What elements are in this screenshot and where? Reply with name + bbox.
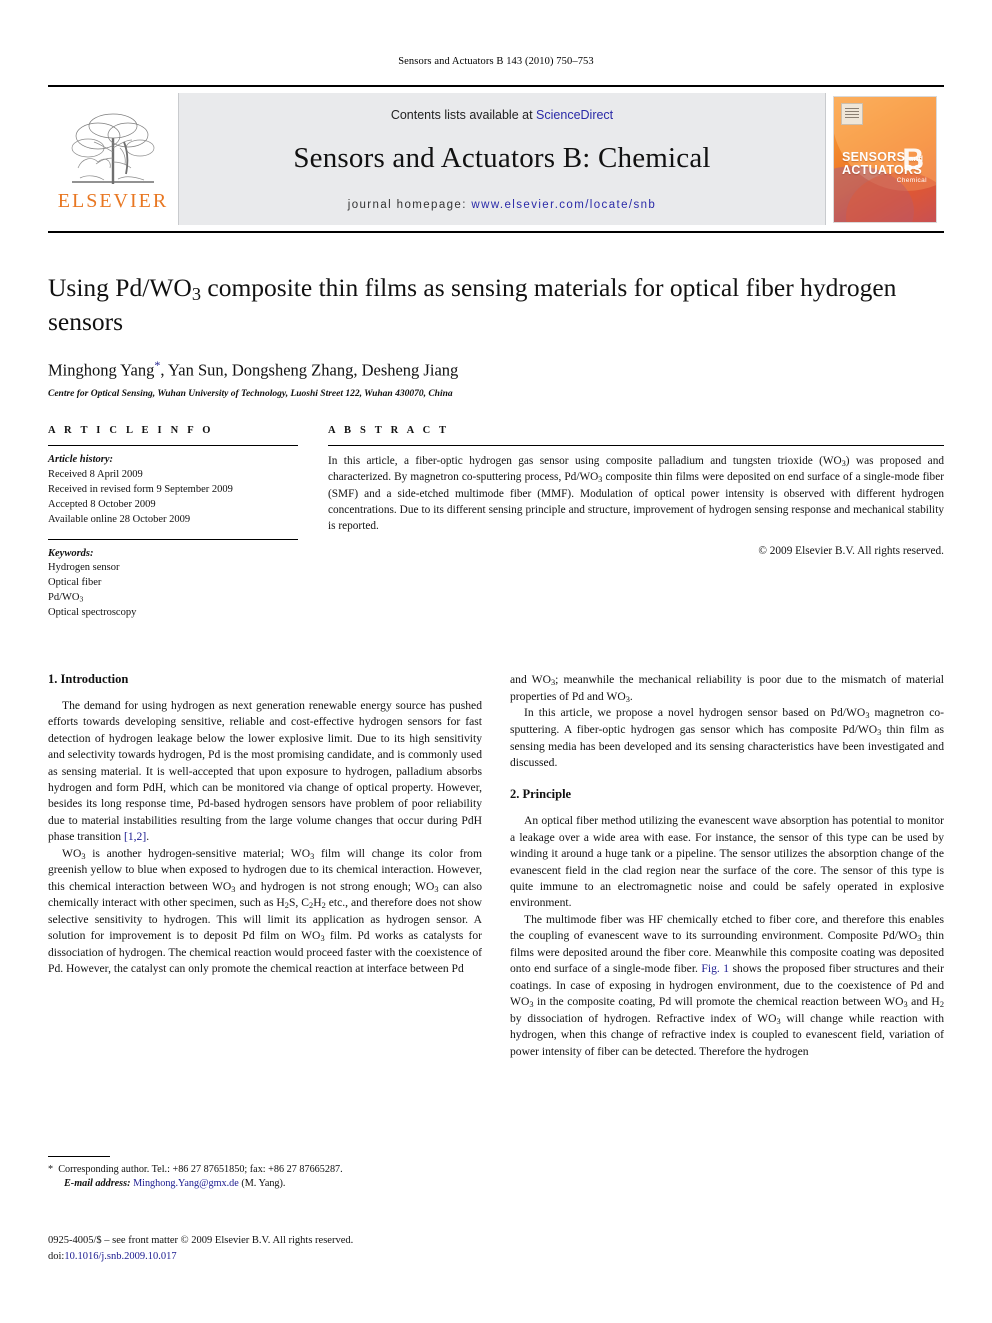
author-first: Minghong Yang: [48, 360, 155, 380]
section-heading-introduction: 1. Introduction: [48, 672, 129, 686]
title-subscript: 3: [191, 284, 201, 305]
copyright-line: © 2009 Elsevier B.V. All rights reserved…: [758, 545, 944, 558]
elsevier-logo-cell: ELSEVIER: [48, 87, 178, 231]
journal-band: Contents lists available at ScienceDirec…: [178, 93, 826, 225]
history-item: Available online 28 October 2009: [48, 513, 191, 525]
para-seg: H: [313, 896, 322, 910]
footnote-divider: [48, 1156, 110, 1157]
divider: [48, 445, 298, 446]
doi-link[interactable]: 10.1016/j.snb.2009.10.017: [64, 1251, 176, 1262]
email-owner: (M. Yang).: [241, 1178, 286, 1190]
keywords-list: Keywords: Hydrogen sensor Optical fiber …: [48, 547, 298, 622]
history-item: Received in revised form 9 September 200…: [48, 483, 233, 495]
para-seg: The multimode fiber was HF chemically et…: [510, 912, 944, 943]
keyword-subscript: 3: [79, 594, 84, 604]
abstract-heading: A B S T R A C T: [328, 425, 450, 436]
journal-homepage-link[interactable]: www.elsevier.com/locate/snb: [471, 199, 656, 211]
journal-article-page: Sensors and Actuators B 143 (2010) 750–7…: [0, 0, 992, 1323]
email-address-label: E-mail address:: [64, 1178, 131, 1190]
cover-publisher-mark-icon: [841, 102, 863, 125]
section-heading-principle: 2. Principle: [510, 787, 572, 802]
para-text-end: .: [146, 830, 150, 844]
divider: [328, 445, 944, 446]
running-head: Sensors and Actuators B 143 (2010) 750–7…: [398, 56, 594, 67]
info-abstract-row: A R T I C L E I N F O Article history: R…: [48, 425, 944, 621]
para-seg: by dissociation of hydrogen. Refractive …: [510, 1011, 777, 1025]
author-rest: , Yan Sun, Dongsheng Zhang, Desheng Jian…: [160, 360, 459, 380]
para-seg: S, C: [288, 896, 310, 910]
para-seg: and hydrogen is not strong enough; WO: [235, 879, 435, 893]
elsevier-tree-icon: [54, 108, 172, 190]
journal-homepage-line: journal homepage: www.elsevier.com/locat…: [348, 199, 656, 211]
history-item: Received 8 April 2009: [48, 468, 143, 480]
paragraph: An optical fiber method utilizing the ev…: [510, 814, 944, 910]
paragraph: WO3 is another hydrogen-sensitive materi…: [48, 846, 482, 978]
issn-front-matter: 0925-4005/$ – see front matter © 2009 El…: [48, 1235, 354, 1246]
sub: 2: [939, 999, 944, 1009]
keywords-label: Keywords:: [48, 547, 94, 559]
journal-masthead: ELSEVIER Contents lists available at Sci…: [48, 85, 944, 233]
para-seg: and WO: [510, 673, 551, 686]
title-part-1: Using Pd/WO: [48, 273, 192, 302]
doi-line: doi:10.1016/j.snb.2009.10.017: [48, 1249, 482, 1265]
imprint-block: 0925-4005/$ – see front matter © 2009 El…: [48, 1233, 482, 1265]
email-link[interactable]: Minghong.Yang@gmx.de: [133, 1178, 239, 1189]
body-column-left: 1. Introduction The demand for using hyd…: [48, 672, 482, 1060]
para-seg: ; meanwhile the mechanical reliability i…: [510, 673, 944, 703]
article-info-heading: A R T I C L E I N F O: [48, 425, 214, 436]
article-history-label: Article history:: [48, 454, 114, 465]
para-seg: .: [629, 689, 633, 703]
abstract-text: In this article, a fiber-optic hydrogen …: [328, 453, 944, 534]
author-list: Minghong Yang*, Yan Sun, Dongsheng Zhang…: [48, 358, 944, 381]
body-column-right: and WO3; meanwhile the mechanical reliab…: [510, 672, 944, 1060]
keyword-item: Optical fiber: [48, 577, 102, 589]
journal-title: Sensors and Actuators B: Chemical: [293, 141, 711, 174]
title-block: Using Pd/WO3 composite thin films as sen…: [48, 272, 944, 399]
doi-label: doi:: [48, 1250, 65, 1262]
corresponding-author-note: * Corresponding author. Tel.: +86 27 876…: [48, 1163, 482, 1192]
cover-line1: SENSORS: [842, 149, 906, 164]
elsevier-wordmark: ELSEVIER: [57, 189, 169, 212]
body-columns: 1. Introduction The demand for using hyd…: [48, 672, 944, 1060]
paragraph: In this article, we propose a novel hydr…: [510, 705, 944, 771]
page-title: Using Pd/WO3 composite thin films as sen…: [48, 272, 944, 338]
paragraph: The multimode fiber was HF chemically et…: [510, 912, 944, 1060]
contents-available-line: Contents lists available at ScienceDirec…: [391, 108, 613, 122]
footnote-block: * Corresponding author. Tel.: +86 27 876…: [48, 1156, 482, 1192]
journal-cover-image: SENSORS and ACTUATORS B Chemical: [833, 95, 937, 223]
para-seg: is another hydrogen-sensitive material; …: [85, 846, 311, 860]
affiliation: Centre for Optical Sensing, Wuhan Univer…: [48, 388, 453, 399]
abstract-seg-1: In this article, a fiber-optic hydrogen …: [328, 455, 842, 467]
paragraph: and WO3; meanwhile the mechanical reliab…: [510, 672, 944, 705]
footnote-contact: Corresponding author. Tel.: +86 27 87651…: [58, 1164, 343, 1175]
cover-series-sub: Chemical: [896, 176, 927, 184]
contents-prefix: Contents lists available at: [390, 107, 533, 122]
keyword-item: Optical spectroscopy: [48, 607, 137, 619]
footnote-star: *: [48, 1164, 54, 1175]
article-info-column: A R T I C L E I N F O Article history: R…: [48, 425, 298, 621]
journal-cover-cell: SENSORS and ACTUATORS B Chemical: [826, 87, 944, 231]
reference-link[interactable]: [1,2]: [124, 830, 146, 843]
article-history: Article history: Received 8 April 2009 R…: [48, 453, 298, 528]
sciencedirect-link[interactable]: ScienceDirect: [536, 108, 613, 122]
figure-link[interactable]: Fig. 1: [701, 962, 729, 975]
para-seg: WO: [62, 846, 82, 860]
cover-series-letter: B: [902, 142, 924, 176]
para-seg: in the composite coating, Pd will promot…: [533, 994, 904, 1008]
elsevier-logo: ELSEVIER: [54, 108, 172, 211]
abstract-column: A B S T R A C T In this article, a fiber…: [328, 425, 944, 621]
keyword-item: Hydrogen sensor: [48, 562, 120, 574]
history-item: Accepted 8 October 2009: [48, 498, 156, 510]
homepage-prefix: journal homepage:: [347, 198, 467, 211]
divider: [48, 538, 298, 540]
paragraph: The demand for using hydrogen as next ge…: [48, 698, 482, 846]
para-seg: In this article, we propose a novel hydr…: [524, 706, 866, 720]
keyword-item: Pd/WO3: [48, 592, 84, 604]
para-text: The demand for using hydrogen as next ge…: [48, 699, 482, 844]
para-seg: and H: [907, 994, 940, 1008]
